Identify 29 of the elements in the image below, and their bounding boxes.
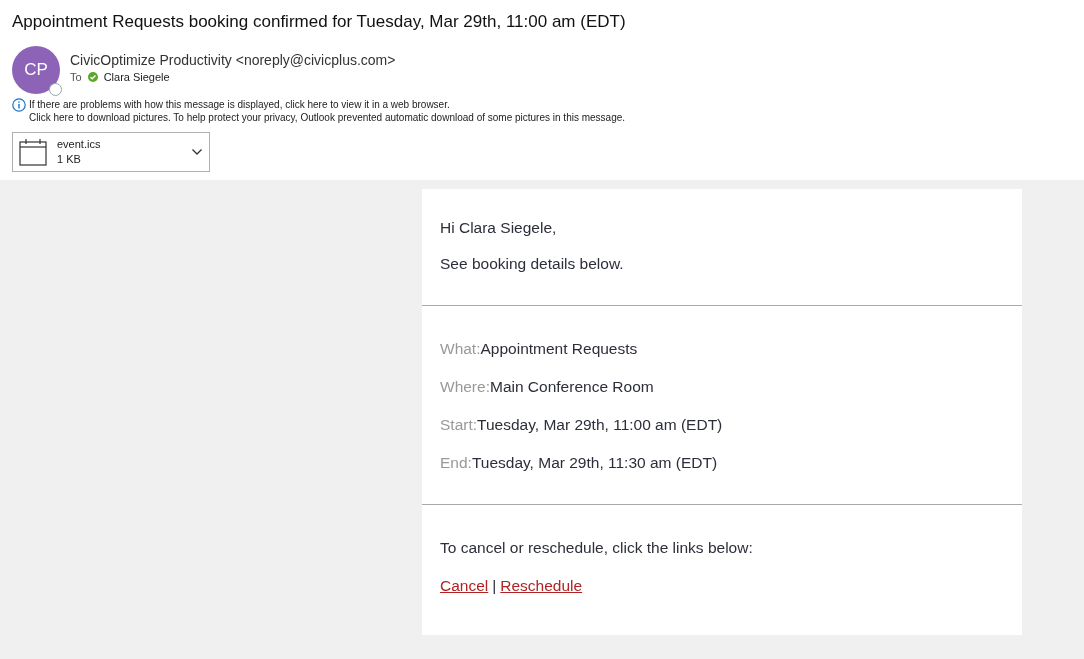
check-icon <box>87 71 98 82</box>
detail-value: Appointment Requests <box>480 340 638 358</box>
detail-value: Tuesday, Mar 29th, 11:00 am (EDT) <box>477 416 723 434</box>
chevron-down-icon[interactable] <box>191 148 203 156</box>
recipient-name[interactable]: Clara Siegele <box>103 70 170 83</box>
info-notice[interactable]: If there are problems with how this message is displayed, click here to view it in a web browser. <box>29 98 626 111</box>
detail-label: End: <box>440 454 472 472</box>
detail-value: Tuesday, Mar 29th, 11:30 am (EDT) <box>471 454 718 472</box>
presence-icon <box>49 83 62 96</box>
detail-label: Start: <box>440 416 478 434</box>
cancel-link[interactable]: Cancel <box>440 577 489 595</box>
detail-value: Main Conference Room <box>489 378 654 396</box>
sender-name: CivicOptimize Productivity <noreply@civicplus.com> <box>70 51 396 68</box>
calendar-icon <box>19 138 47 166</box>
greeting-text: Hi Clara Siegele, <box>440 219 558 237</box>
detail-label: What: <box>440 340 481 358</box>
info-icon <box>12 98 26 112</box>
info-notice[interactable]: Click here to download pictures. To help protect your privacy, Outlook prevented automatic download of some pictures in this message. <box>29 111 626 124</box>
intro-text: See booking details below. <box>440 255 625 273</box>
attachment-size: 1 KB <box>57 152 82 167</box>
sender-avatar: CP <box>12 46 60 94</box>
link-separator: | <box>492 577 497 595</box>
detail-label: Where: <box>440 378 490 396</box>
attachment-card[interactable]: event.ics 1 KB <box>12 132 210 172</box>
to-label: To <box>70 70 82 83</box>
attachment-name: event.ics <box>57 137 102 152</box>
reschedule-link[interactable]: Reschedule <box>500 577 583 595</box>
action-text: To cancel or reschedule, click the links below: <box>440 539 754 557</box>
message-subject: Appointment Requests booking confirmed for Tuesday, Mar 29th, 11:00 am (EDT) <box>12 12 627 32</box>
